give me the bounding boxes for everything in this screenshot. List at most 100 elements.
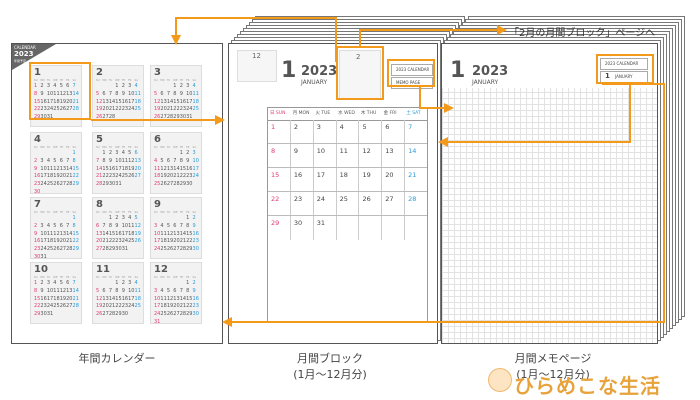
day-cell xyxy=(135,114,141,122)
year-month-weeks: 1 2 3 4 5 6 7 8 9 10 11 12 13 14 15 16 17 18 19 20 21 22 23 24 2… xyxy=(34,215,79,258)
week-row: 28 29 30 31 xyxy=(96,181,141,189)
week-row: 1234567 xyxy=(34,280,79,288)
week-row: 5 6 7 8 9 10 11 xyxy=(96,91,141,99)
year-month-5[interactable]: 5 SU MO TU WE TH FR SA 1 2 3 4 5 6 7 8 9 10 11 12 13 14 15 16 17… xyxy=(92,132,144,194)
day-cell: 25 xyxy=(134,106,141,113)
dow-label: SA xyxy=(192,211,197,214)
year-month-6[interactable]: 6 SU MO TU WE TH FR SA 1 2 3 4 5 6 7 8 9 10 11 12 13 14 15 16 17… xyxy=(150,132,202,194)
day-cell: 25 xyxy=(134,303,141,310)
calendar-dow-label: 土 SAT xyxy=(406,111,421,116)
calendar-day-cell[interactable]: 13 xyxy=(382,144,406,167)
calendar-day-cell[interactable]: 30 xyxy=(291,216,314,240)
year-month-weeks: 1 2 3 4 5 6 7 8 9 10 11 12 13 14 15 16 17 18 19 20 21 22 23 24 2… xyxy=(96,280,141,319)
day-cell: 5 xyxy=(134,215,138,221)
calendar-day-cell[interactable]: 22 xyxy=(268,192,291,215)
year-month-number: 10 xyxy=(34,264,48,275)
week-row: 15 16 17 18 19 20 21 xyxy=(34,296,79,304)
calendar-day-cell[interactable]: 20 xyxy=(382,168,406,191)
year-month-3[interactable]: 3 SU MO TU WE TH FR SA 1 2 3 4 5 6 7 8 9 10 11 12 13 14 15 16 17… xyxy=(150,65,202,127)
week-row: 12 13 14 15 16 17 18 xyxy=(154,99,199,107)
year-month-number: 5 xyxy=(96,134,103,145)
day-cell: 11 xyxy=(134,90,141,97)
calendar-dow-label: 月 MON xyxy=(292,111,310,116)
day-cell: 18 xyxy=(134,98,141,105)
monthly-calendar-table: 日 SUN 月 MON 火 TUE 水 WED 木 THU 金 FRI 土 SAT 1234… xyxy=(267,107,428,323)
week-row: 12345 xyxy=(96,215,141,223)
day-cell: 16 xyxy=(192,295,199,302)
calendar-day-cell[interactable]: 23 xyxy=(291,192,314,215)
calendar-day-cell[interactable]: 6 xyxy=(382,120,406,143)
month-year: 2023 xyxy=(301,64,338,79)
calendar-day-cell[interactable]: 11 xyxy=(337,144,360,167)
week-row: 19 20 21 22 23 24 25 xyxy=(154,106,199,114)
calendar-day-cell[interactable]: 28 xyxy=(405,192,427,215)
year-month-number: 6 xyxy=(154,134,161,145)
calendar-day-cell[interactable]: 4 xyxy=(337,120,360,143)
week-row: 2345678 xyxy=(34,223,79,231)
year-month-12[interactable]: 12 SU MO TU WE TH FR SA 1 2 3 4 5 6 7 8 9 10 11 12 13 14 15 16 1… xyxy=(150,262,202,324)
year-month-weeks: 1 2 3 4 5 6 7 8 9 10 11 12 13 14 15 16 17 18 19 20 21 22 23 24 2… xyxy=(154,150,199,189)
week-row: 5 6 7 8 9 10 11 xyxy=(96,288,141,296)
memo-page: 1 2023 JANUARY 2023 CALENDAR 1 JANUARY xyxy=(441,43,658,344)
prev-month-mini[interactable]: 12 xyxy=(237,50,277,82)
day-cell: 16 xyxy=(192,230,199,237)
week-row: 24 25 26 27 28 29 30 xyxy=(154,311,199,319)
day-cell: 23 xyxy=(192,303,199,310)
calendar-day-cell[interactable]: 5 xyxy=(359,120,383,143)
year-month-7[interactable]: 7 SU MO TU WE TH FR SA 1 2 3 4 5 6 7 8 9 10 11 12 13 14 15 16 17… xyxy=(30,197,82,259)
year-month-4[interactable]: 4 SU MO TU WE TH FR SA 1 2 3 4 5 6 7 8 9 10 11 12 13 14 15 16 17… xyxy=(30,132,82,194)
year-month-dow-row: SU MO TU WE TH FR SA xyxy=(154,146,199,149)
day-cell: 30 xyxy=(192,246,199,253)
calendar-day-cell[interactable]: 10 xyxy=(314,144,337,167)
calendar-week-row: 22 23 24 25 26 27 28 xyxy=(268,192,427,216)
caption-memo-page-1: 月間メモページ xyxy=(514,352,592,365)
calendar-day-cell[interactable]: 1 xyxy=(268,120,291,143)
calendar-day-cell[interactable]: 9 xyxy=(291,144,314,167)
calendar-day-cell[interactable] xyxy=(359,216,383,240)
week-row: 27 28 29 30 31 xyxy=(96,246,141,254)
calendar-day-cell[interactable] xyxy=(337,216,360,240)
year-month-8[interactable]: 8 SU MO TU WE TH FR SA 1 2 3 4 5 6 7 8 9 10 11 12 13 14 15 16 17… xyxy=(92,197,144,259)
calendar-day-cell[interactable]: 17 xyxy=(314,168,337,191)
year-month-weeks: 1 2 3 4 5 6 7 8 9 10 11 12 13 14 15 16 17 18 19 20 21 22 23 24 2… xyxy=(34,280,79,319)
week-row: 26 27 28 29 30 31 xyxy=(154,114,199,122)
calendar-day-cell[interactable]: 2 xyxy=(291,120,314,143)
calendar-day-cell[interactable]: 25 xyxy=(337,192,360,215)
day-cell: 4 xyxy=(192,83,196,89)
caption-monthly-block-1: 月間ブロック xyxy=(297,352,363,365)
year-month-number: 9 xyxy=(154,199,161,210)
day-cell: 4 xyxy=(134,83,138,89)
year-month-9[interactable]: 9 SU MO TU WE TH FR SA 1 2 3 4 5 6 7 8 9 10 11 12 13 14 15 16 17… xyxy=(150,197,202,259)
calendar-week-row: 15 16 17 18 19 20 21 xyxy=(268,168,427,192)
day-cell: 9 xyxy=(192,287,196,294)
caption-monthly-block-2: (1月〜12月分) xyxy=(293,368,367,381)
calendar-day-cell[interactable]: 14 xyxy=(405,144,427,167)
calendar-day-cell[interactable]: 18 xyxy=(337,168,360,191)
calendar-day-cell[interactable]: 12 xyxy=(359,144,383,167)
year-month-number: 8 xyxy=(96,199,103,210)
year-month-number: 4 xyxy=(34,134,41,145)
calendar-day-cell[interactable]: 8 xyxy=(268,144,291,167)
calendar-day-cell[interactable]: 29 xyxy=(268,216,291,240)
calendar-day-cell[interactable]: 21 xyxy=(405,168,427,191)
calendar-day-cell[interactable]: 19 xyxy=(359,168,383,191)
calendar-day-cell[interactable]: 16 xyxy=(291,168,314,191)
dow-label: SA xyxy=(134,211,139,214)
calendar-day-cell[interactable]: 26 xyxy=(359,192,383,215)
calendar-day-cell[interactable]: 15 xyxy=(268,168,291,191)
day-cell: 27 xyxy=(134,173,141,180)
week-row: 23 24 25 26 27 28 29 xyxy=(34,246,79,254)
calendar-day-cell[interactable] xyxy=(382,216,406,240)
calendar-day-cell[interactable]: 27 xyxy=(382,192,406,215)
calendar-day-cell[interactable]: 7 xyxy=(405,120,427,143)
day-cell: 22 xyxy=(72,238,79,245)
year-month-10[interactable]: 10 SU MO TU WE TH FR SA 1 2 3 4 5 6 7 8 9 10 11 12 13 14 15 16 1… xyxy=(30,262,82,324)
calendar-day-cell[interactable] xyxy=(405,216,427,240)
year-month-2[interactable]: 2 SU MO TU WE TH FR SA 1 2 3 4 5 6 7 8 9 10 11 12 13 14 15 16 17… xyxy=(92,65,144,127)
calendar-day-cell[interactable]: 3 xyxy=(314,120,337,143)
year-month-11[interactable]: 11 SU MO TU WE TH FR SA 1 2 3 4 5 6 7 8 9 10 11 12 13 14 15 16 1… xyxy=(92,262,144,324)
week-row: 18 19 20 21 22 23 24 xyxy=(154,173,199,181)
calendar-day-cell[interactable]: 31 xyxy=(314,216,337,240)
day-cell: 1 xyxy=(72,150,76,156)
calendar-day-cell[interactable]: 24 xyxy=(314,192,337,215)
